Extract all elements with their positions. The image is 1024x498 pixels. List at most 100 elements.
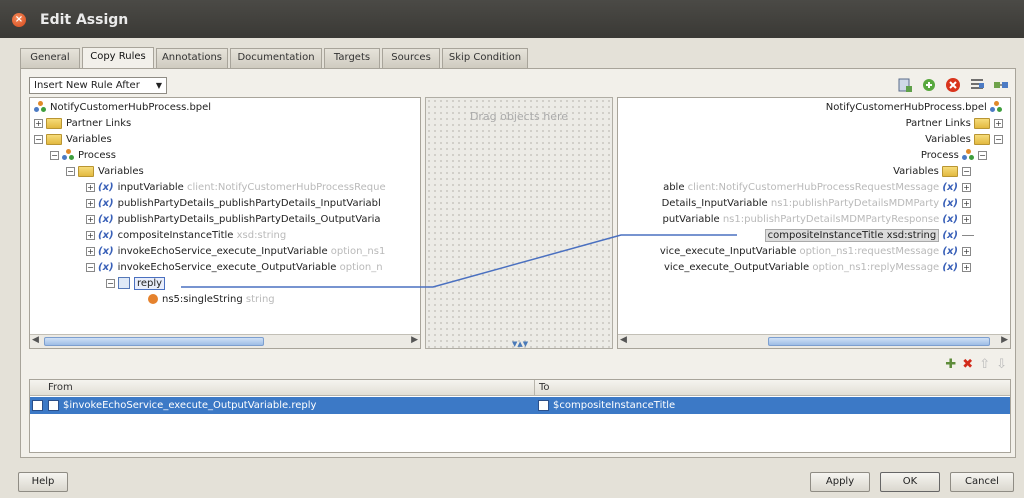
target-process-variables[interactable]: Variables −: [893, 164, 974, 180]
source-var-row[interactable]: + (x) publishPartyDetails_publishPartyDeta…: [86, 196, 381, 212]
resize-grip-icon[interactable]: ▼▲▼: [512, 340, 528, 348]
chevron-down-icon: ▼: [155, 81, 162, 90]
collapse-icon[interactable]: −: [50, 150, 59, 160]
tab-sources[interactable]: Sources: [382, 48, 440, 68]
expand-icon[interactable]: +: [86, 198, 95, 208]
collapse-icon[interactable]: −: [86, 262, 95, 272]
drag-hint: Drag objects here: [469, 110, 569, 123]
source-var-row[interactable]: + (x) publishPartyDetails_publishPartyDeta…: [86, 212, 380, 228]
scroll-thumb[interactable]: [768, 337, 990, 346]
tab-copy-rules[interactable]: Copy Rules: [82, 47, 154, 68]
rule-icon: [32, 399, 43, 411]
source-single-string[interactable]: ns5:singleString string: [148, 292, 275, 308]
expand-icon[interactable]: +: [962, 246, 971, 256]
target-tree[interactable]: NotifyCustomerHubProcess.bpel Partner Li…: [617, 97, 1011, 349]
tab-documentation[interactable]: Documentation: [230, 48, 322, 68]
close-icon[interactable]: ×: [12, 13, 26, 27]
source-process[interactable]: − Process: [50, 148, 116, 164]
move-down-icon[interactable]: ⇩: [996, 357, 1007, 372]
source-var-row[interactable]: + (x) inputVariable client:NotifyCustomerH…: [86, 180, 386, 196]
variable-icon: (x): [98, 198, 114, 209]
to-column-header[interactable]: To: [534, 380, 1012, 396]
expand-icon[interactable]: +: [994, 118, 1003, 128]
source-tree[interactable]: NotifyCustomerHubProcess.bpel + Partner L…: [29, 97, 421, 349]
auto-map-icon[interactable]: [993, 77, 1009, 93]
table-row[interactable]: $invokeEchoService_execute_OutputVariabl…: [30, 397, 1010, 414]
source-variables[interactable]: − Variables: [34, 132, 112, 148]
target-partner-links[interactable]: Partner Links +: [906, 116, 1006, 132]
process-icon: [990, 101, 1002, 113]
tab-general[interactable]: General: [20, 48, 80, 68]
source-reply-node[interactable]: − reply: [106, 276, 166, 292]
expand-icon[interactable]: +: [962, 214, 971, 224]
process-icon: [34, 101, 46, 113]
source-root[interactable]: NotifyCustomerHubProcess.bpel: [34, 100, 211, 116]
target-scrollbar[interactable]: ◀ ▶: [618, 334, 1010, 348]
insert-rule-dropdown[interactable]: Insert New Rule After ▼: [29, 77, 167, 94]
process-icon: [962, 149, 974, 161]
copy-rules-table[interactable]: From To $invokeEchoService_execute_Outpu…: [29, 379, 1011, 453]
expand-icon[interactable]: +: [86, 246, 95, 256]
source-var-row[interactable]: + (x) invokeEchoService_execute_InputVaria…: [86, 244, 385, 260]
target-var-row[interactable]: able client:NotifyCustomerHubProcessRequ…: [663, 180, 974, 196]
delete-icon[interactable]: [945, 77, 961, 93]
rule-to-cell[interactable]: $compositeInstanceTitle: [538, 397, 675, 414]
help-button[interactable]: Help: [18, 472, 68, 492]
cancel-button[interactable]: Cancel: [950, 472, 1014, 492]
collapse-icon[interactable]: −: [962, 166, 971, 176]
apply-button[interactable]: Apply: [810, 472, 870, 492]
insert-icon[interactable]: [921, 77, 937, 93]
source-var-row[interactable]: − (x) invokeEchoService_execute_OutputVari…: [86, 260, 383, 276]
rule-from-cell[interactable]: $invokeEchoService_execute_OutputVariabl…: [48, 397, 316, 414]
delete-rule-icon[interactable]: ✖: [962, 357, 973, 372]
expand-icon[interactable]: +: [86, 214, 95, 224]
variable-icon: (x): [942, 262, 958, 273]
expand-icon[interactable]: +: [34, 118, 43, 128]
collapse-icon[interactable]: −: [106, 278, 115, 288]
scroll-right-icon[interactable]: ▶: [411, 335, 418, 345]
expression-builder-icon[interactable]: [897, 77, 913, 93]
target-var-row[interactable]: putVariable ns1:publishPartyDetailsMDMPa…: [663, 212, 974, 228]
drag-area[interactable]: Drag objects here ▼▲▼: [425, 97, 613, 349]
ok-button[interactable]: OK: [880, 472, 940, 492]
variable-icon: (x): [98, 230, 114, 241]
element-icon: [118, 277, 130, 289]
source-partner-links[interactable]: + Partner Links: [34, 116, 131, 132]
expand-icon[interactable]: +: [86, 182, 95, 192]
target-root[interactable]: NotifyCustomerHubProcess.bpel: [826, 100, 1006, 116]
expand-icon[interactable]: +: [962, 198, 971, 208]
collapse-icon[interactable]: −: [994, 134, 1003, 144]
expand-icon[interactable]: +: [962, 262, 971, 272]
collapse-icon[interactable]: −: [34, 134, 43, 144]
target-var-row[interactable]: vice_execute_OutputVariable option_ns1:r…: [664, 260, 974, 276]
folder-icon: [942, 165, 958, 177]
scroll-thumb[interactable]: [44, 337, 264, 346]
scroll-right-icon[interactable]: ▶: [1001, 335, 1008, 345]
align-icon[interactable]: [969, 77, 985, 93]
collapse-icon[interactable]: −: [978, 150, 987, 160]
variable-icon: (x): [98, 214, 114, 225]
tab-annotations[interactable]: Annotations: [156, 48, 228, 68]
source-scrollbar[interactable]: ◀ ▶: [30, 334, 420, 348]
collapse-icon[interactable]: −: [66, 166, 75, 176]
add-rule-icon[interactable]: ✚: [945, 357, 956, 372]
target-var-row[interactable]: vice_execute_InputVariable option_ns1:re…: [660, 244, 974, 260]
target-var-row[interactable]: Details_InputVariable ns1:publishPartyDe…: [662, 196, 974, 212]
source-var-row[interactable]: + (x) compositeInstanceTitle xsd:string: [86, 228, 286, 244]
move-up-icon[interactable]: ⇧: [979, 357, 990, 372]
tab-skip-condition[interactable]: Skip Condition: [442, 48, 528, 68]
variable-icon: (x): [98, 182, 114, 193]
folder-icon: [974, 117, 990, 129]
tab-targets[interactable]: Targets: [324, 48, 380, 68]
target-var-row-mapped[interactable]: compositeInstanceTitle xsd:string (x): [764, 228, 974, 244]
from-column-header[interactable]: From: [44, 380, 534, 396]
folder-icon: [46, 133, 62, 145]
scroll-left-icon[interactable]: ◀: [620, 335, 627, 345]
scroll-left-icon[interactable]: ◀: [32, 335, 39, 345]
source-process-variables[interactable]: − Variables: [66, 164, 144, 180]
expand-icon[interactable]: +: [962, 182, 971, 192]
expand-icon[interactable]: +: [86, 230, 95, 240]
variable-icon: (x): [942, 214, 958, 225]
target-process[interactable]: Process −: [921, 148, 990, 164]
target-variables[interactable]: Variables −: [925, 132, 1006, 148]
